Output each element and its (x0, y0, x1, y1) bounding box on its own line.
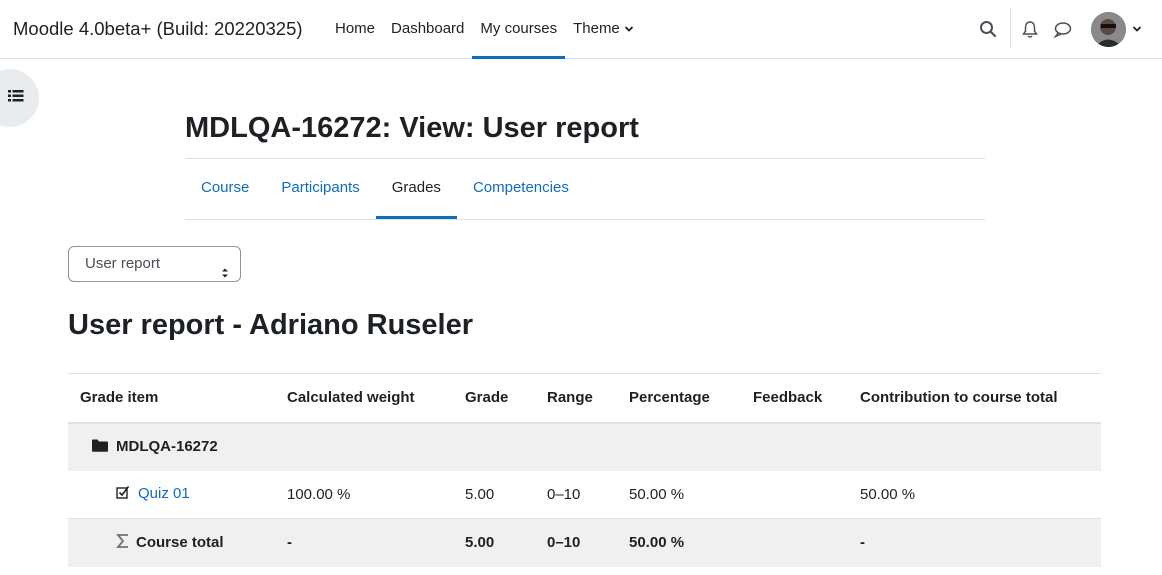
header-contribution: Contribution to course total (848, 373, 1101, 424)
table-row: Quiz 01 100.00 % 5.00 0–10 50.00 % 50.00… (68, 470, 1101, 519)
total-weight-cell: - (275, 518, 453, 567)
total-range-cell: 0–10 (535, 518, 617, 567)
total-contribution-cell: - (848, 518, 1101, 567)
contribution-cell: 50.00 % (848, 470, 1101, 519)
primary-navigation: Home Dashboard My courses Theme (327, 0, 642, 59)
chevron-down-icon (624, 0, 634, 58)
course-index-toggle[interactable] (0, 69, 39, 127)
site-brand[interactable]: Moodle 4.0beta+ (Build: 20220325) (13, 18, 303, 40)
nav-dashboard[interactable]: Dashboard (383, 0, 472, 58)
report-type-value: User report (85, 255, 161, 272)
bell-icon[interactable] (1019, 18, 1041, 40)
percentage-cell: 50.00 % (617, 470, 741, 519)
nav-my-courses[interactable]: My courses (472, 0, 565, 59)
chevron-down-icon[interactable] (1129, 18, 1145, 40)
tab-competencies[interactable]: Competencies (457, 159, 585, 219)
navbar-divider (1010, 8, 1011, 48)
sigma-icon (116, 533, 130, 553)
report-type-select[interactable]: User report (68, 246, 241, 282)
range-cell: 0–10 (535, 470, 617, 519)
course-total-row: Course total - 5.00 0–10 50.00 % - (68, 518, 1101, 567)
feedback-cell (741, 470, 848, 519)
category-row: MDLQA-16272 (68, 422, 1101, 471)
header-percentage: Percentage (617, 373, 741, 424)
nav-theme[interactable]: Theme (565, 0, 642, 58)
tab-grades[interactable]: Grades (375, 159, 458, 219)
header-range: Range (535, 373, 617, 424)
nav-home[interactable]: Home (327, 0, 383, 58)
quiz-link[interactable]: Quiz 01 (138, 485, 190, 502)
indent-cell (68, 518, 92, 567)
folder-icon (92, 439, 108, 456)
tab-course[interactable]: Course (185, 159, 265, 219)
select-updown-icon (221, 258, 229, 292)
category-name: MDLQA-16272 (116, 438, 218, 456)
user-avatar[interactable] (1091, 12, 1126, 47)
page-title: MDLQA-16272: View: User report (185, 112, 639, 144)
grade-item-cell: Quiz 01 (92, 470, 275, 519)
secondary-nav-bottom-border (185, 219, 985, 220)
total-grade-cell: 5.00 (453, 518, 535, 567)
table-header-row: Grade item Calculated weight Grade Range… (68, 373, 1101, 424)
grade-cell: 5.00 (453, 470, 535, 519)
header-grade: Grade (453, 373, 535, 424)
total-feedback-cell (741, 518, 848, 567)
total-percentage-cell: 50.00 % (617, 518, 741, 567)
chat-icon[interactable] (1051, 18, 1073, 40)
course-total-label: Course total (136, 533, 224, 551)
header-grade-item: Grade item (68, 373, 275, 424)
header-calculated-weight: Calculated weight (275, 373, 453, 424)
weight-cell: 100.00 % (275, 470, 453, 519)
report-title: User report - Adriano Ruseler (68, 309, 474, 341)
course-index-icon (8, 89, 24, 108)
nav-theme-label: Theme (573, 20, 620, 37)
tab-participants[interactable]: Participants (265, 159, 375, 219)
course-total-cell: Course total (92, 518, 275, 567)
user-grade-table: Grade item Calculated weight Grade Range… (68, 373, 1101, 567)
search-icon[interactable] (977, 18, 999, 40)
indent-cell (68, 470, 92, 519)
header-feedback: Feedback (741, 373, 848, 424)
quiz-icon (116, 485, 130, 503)
top-navbar: Moodle 4.0beta+ (Build: 20220325) Home D… (0, 0, 1162, 59)
category-cell: MDLQA-16272 (68, 422, 1101, 471)
secondary-navigation: Course Participants Grades Competencies (185, 159, 585, 219)
